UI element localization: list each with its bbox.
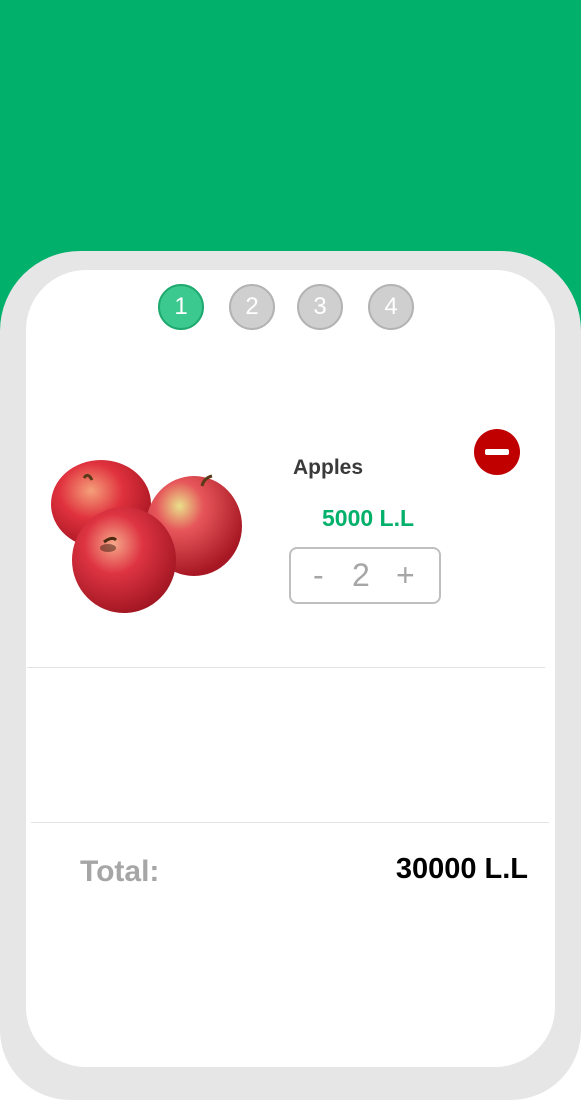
increase-button[interactable]: +: [396, 549, 415, 602]
remove-item-button[interactable]: [474, 429, 520, 475]
quantity-stepper: - 2 +: [289, 547, 441, 604]
step-2[interactable]: 2: [229, 284, 275, 330]
total-value: 30000 L.L: [395, 853, 528, 885]
divider: [31, 822, 549, 823]
step-3[interactable]: 3: [297, 284, 343, 330]
cart-card: [26, 270, 555, 1067]
minus-circle-icon: [485, 449, 509, 455]
product-image: [51, 460, 242, 613]
quantity-value: 2: [352, 557, 370, 593]
step-4[interactable]: 4: [368, 284, 414, 330]
product-price: 5000 L.L: [322, 505, 415, 531]
product-name: Apples: [293, 456, 364, 479]
divider: [27, 667, 545, 668]
step-indicator: 1 2 3 4: [0, 284, 581, 330]
decrease-button[interactable]: -: [313, 549, 324, 602]
step-1[interactable]: 1: [158, 284, 204, 330]
total-label: Total:: [80, 855, 160, 888]
